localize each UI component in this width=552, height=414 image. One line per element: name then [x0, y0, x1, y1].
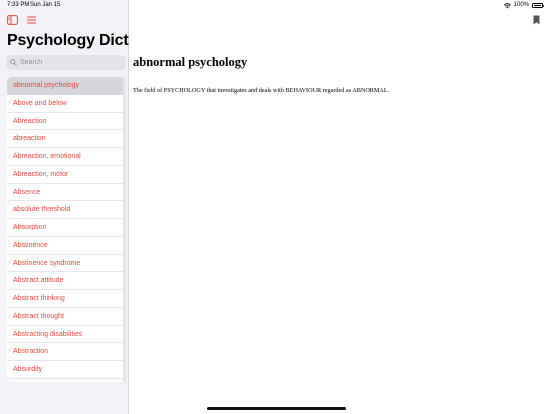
bookmark-icon[interactable]: [533, 15, 540, 25]
list-item[interactable]: Abstract attitude: [7, 272, 124, 290]
search-icon: [10, 59, 17, 66]
sidebar-title: Psychology Dicti...: [7, 32, 129, 49]
battery-percent: 100%: [513, 2, 529, 8]
sidebar-toolbar: [7, 15, 37, 25]
list-item[interactable]: Absurdity: [7, 361, 124, 379]
list-item[interactable]: Absence: [7, 184, 124, 202]
status-time: 7:33 PM: [7, 2, 30, 8]
term-title: abnormal psychology: [133, 55, 248, 69]
status-right: 100%: [503, 0, 544, 11]
status-bar: 7:33 PM Sun Jan 15 100%: [0, 0, 552, 11]
screen: Psychology Dicti... abnormal psychologyA…: [0, 0, 552, 414]
search-field[interactable]: [6, 55, 126, 70]
term-definition: The field of PSYCHOLOGY that investigate…: [133, 87, 390, 94]
sidebar-toggle-icon[interactable]: [7, 15, 18, 25]
list-item[interactable]: Abstraction: [7, 343, 124, 361]
status-date: Sun Jan 15: [30, 2, 61, 8]
list-item[interactable]: Abstinence: [7, 237, 124, 255]
list-item[interactable]: Abreaction, emotional: [7, 148, 124, 166]
list-item[interactable]: Abstract thought: [7, 308, 124, 326]
list-item[interactable]: abreaction: [7, 130, 124, 148]
list-item[interactable]: Abstracting disabilities: [7, 326, 124, 344]
list-item[interactable]: Absorption: [7, 219, 124, 237]
term-list: abnormal psychology Above and below Abreac…: [7, 77, 124, 382]
wifi-icon: [503, 2, 511, 8]
home-indicator[interactable]: [207, 407, 346, 410]
battery-icon: [532, 3, 544, 8]
list-item[interactable]: Above and below: [7, 95, 124, 113]
sidebar: Psychology Dicti... abnormal psychologyA…: [0, 0, 129, 414]
list-item[interactable]: Abreaction, motor: [7, 166, 124, 184]
list-menu-icon[interactable]: [26, 15, 37, 25]
list-item[interactable]: absolute threshold: [7, 201, 124, 219]
list-item[interactable]: Abstract thinking: [7, 290, 124, 308]
list-item[interactable]: Abreaction: [7, 113, 124, 131]
list-item[interactable]: Abstinence syndrome: [7, 255, 124, 273]
list-item[interactable]: abnormal psychology: [7, 77, 124, 95]
search-input[interactable]: [20, 59, 120, 66]
list-scrollbar[interactable]: [123, 77, 126, 382]
